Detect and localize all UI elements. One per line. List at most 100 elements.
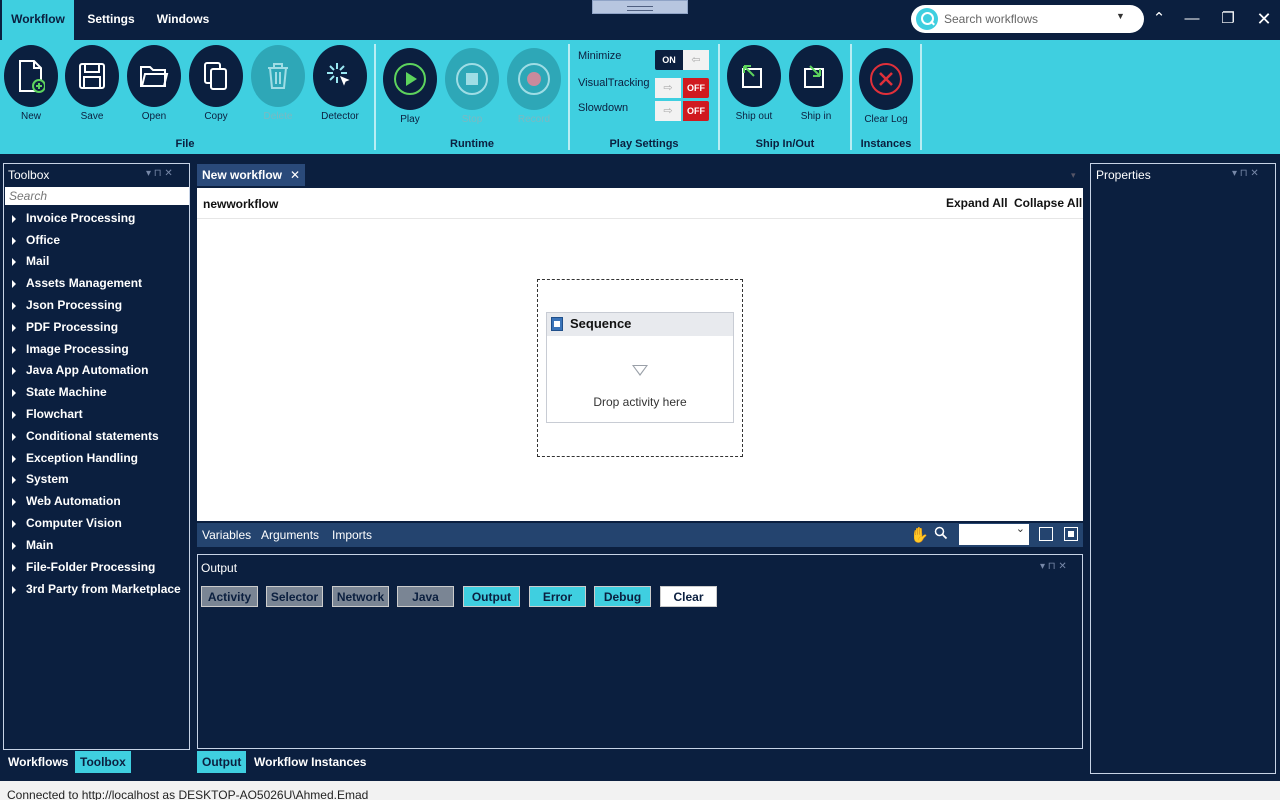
tab-workflow-instances[interactable]: Workflow Instances xyxy=(249,751,371,773)
tab-workflows[interactable]: Workflows xyxy=(3,751,73,773)
expand-arrow-icon[interactable] xyxy=(12,323,16,332)
filter-error-button[interactable]: Error xyxy=(529,586,586,607)
variables-link[interactable]: Variables xyxy=(202,528,251,542)
clear-log-label: Clear Log xyxy=(864,114,908,125)
clear-output-button[interactable]: Clear xyxy=(660,586,717,607)
breadcrumb[interactable]: newworkflow xyxy=(203,197,278,211)
ribbon-drag-handle[interactable] xyxy=(592,0,688,14)
panel-controls-icon[interactable]: ▾ ⊓ ✕ xyxy=(146,168,173,179)
panel-controls-icon[interactable]: ▾ ⊓ ✕ xyxy=(1232,168,1259,179)
expand-arrow-icon[interactable] xyxy=(12,432,16,441)
expand-arrow-icon[interactable] xyxy=(12,345,16,354)
overview-icon[interactable] xyxy=(1064,527,1078,541)
fit-to-screen-icon[interactable] xyxy=(1039,527,1053,541)
tab-overflow-icon[interactable]: ▾ xyxy=(1071,170,1076,181)
play-button[interactable]: Play xyxy=(382,48,438,125)
new-button[interactable]: New xyxy=(3,45,59,122)
arrow-right-icon: ⇨ xyxy=(655,78,681,98)
clear-log-icon xyxy=(859,48,913,110)
expand-arrow-icon[interactable] xyxy=(12,475,16,484)
expand-arrow-icon[interactable] xyxy=(12,541,16,550)
zoom-level-select[interactable] xyxy=(959,522,1029,545)
filter-network-button[interactable]: Network xyxy=(332,586,389,607)
expand-arrow-icon[interactable] xyxy=(12,366,16,375)
toolbox-category[interactable]: 3rd Party from Marketplace xyxy=(12,580,181,598)
toolbox-search-input[interactable] xyxy=(5,187,189,205)
expand-arrow-icon[interactable] xyxy=(12,585,16,594)
expand-arrow-icon[interactable] xyxy=(12,410,16,419)
toolbox-category[interactable]: Main xyxy=(12,536,53,554)
hand-pan-icon[interactable]: ✋ xyxy=(910,526,929,544)
minimize-icon[interactable]: — xyxy=(1178,6,1206,32)
toolbox-category[interactable]: System xyxy=(12,470,69,488)
copy-button[interactable]: Copy xyxy=(188,45,244,122)
restore-icon[interactable]: ❐ xyxy=(1214,6,1242,32)
expand-arrow-icon[interactable] xyxy=(12,279,16,288)
expand-arrow-icon[interactable] xyxy=(12,236,16,245)
expand-arrow-icon[interactable] xyxy=(12,454,16,463)
clear-log-button[interactable]: Clear Log xyxy=(858,48,914,125)
expand-arrow-icon[interactable] xyxy=(12,257,16,266)
tab-new-workflow[interactable]: New workflow ✕ xyxy=(197,164,305,186)
slowdown-toggle[interactable]: ⇨ OFF xyxy=(655,101,709,121)
toolbox-category[interactable]: Flowchart xyxy=(12,405,83,423)
expand-arrow-icon[interactable] xyxy=(12,388,16,397)
close-tab-icon[interactable]: ✕ xyxy=(290,164,300,186)
expand-arrow-icon[interactable] xyxy=(12,519,16,528)
filter-java-button[interactable]: Java xyxy=(397,586,454,607)
filter-activity-button[interactable]: Activity xyxy=(201,586,258,607)
toolbox-category[interactable]: Assets Management xyxy=(12,274,142,292)
open-label: Open xyxy=(141,111,167,122)
toolbox-category[interactable]: Office xyxy=(12,231,60,249)
menu-tab-settings[interactable]: Settings xyxy=(78,0,144,40)
toolbox-category[interactable]: File-Folder Processing xyxy=(12,558,155,576)
search-input[interactable] xyxy=(944,10,1114,28)
menu-tab-windows[interactable]: Windows xyxy=(148,0,218,40)
expand-all-button[interactable]: Expand All xyxy=(946,196,1008,210)
toolbox-category[interactable]: Web Automation xyxy=(12,492,121,510)
toolbox-category[interactable]: Conditional statements xyxy=(12,427,159,445)
properties-panel xyxy=(1090,163,1276,774)
close-icon[interactable]: ✕ xyxy=(1250,6,1278,32)
collapse-ribbon-icon[interactable]: ⌃ xyxy=(1145,6,1173,32)
ship-out-button[interactable]: Ship out xyxy=(726,45,782,122)
expand-arrow-icon[interactable] xyxy=(12,563,16,572)
collapse-all-button[interactable]: Collapse All xyxy=(1014,196,1082,210)
detector-button[interactable]: Detector xyxy=(312,45,368,122)
tab-toolbox[interactable]: Toolbox xyxy=(75,751,131,773)
toolbox-category[interactable]: Computer Vision xyxy=(12,514,122,532)
record-button[interactable]: Record xyxy=(506,48,562,125)
filter-output-button[interactable]: Output xyxy=(463,586,520,607)
save-button[interactable]: Save xyxy=(64,45,120,122)
visualtracking-toggle[interactable]: ⇨ OFF xyxy=(655,78,709,98)
delete-button[interactable]: Delete xyxy=(250,45,306,122)
stop-button[interactable]: Stop xyxy=(444,48,500,125)
copy-label: Copy xyxy=(204,111,228,122)
filter-selector-button[interactable]: Selector xyxy=(266,586,323,607)
expand-arrow-icon[interactable] xyxy=(12,301,16,310)
panel-controls-icon[interactable]: ▾ ⊓ ✕ xyxy=(1040,561,1067,572)
toolbox-category[interactable]: Mail xyxy=(12,252,49,270)
group-label-file: File xyxy=(175,138,195,150)
ship-in-button[interactable]: Ship in xyxy=(788,45,844,122)
zoom-icon[interactable] xyxy=(934,526,948,540)
toolbox-category[interactable]: PDF Processing xyxy=(12,318,118,336)
imports-link[interactable]: Imports xyxy=(332,528,372,542)
toolbox-category[interactable]: Java App Automation xyxy=(12,361,148,379)
minimize-setting-label: Minimize xyxy=(578,50,622,62)
toolbox-category[interactable]: State Machine xyxy=(12,383,107,401)
menu-tab-workflow[interactable]: Workflow xyxy=(2,0,74,40)
expand-arrow-icon[interactable] xyxy=(12,214,16,223)
open-button[interactable]: Open xyxy=(126,45,182,122)
toolbox-category[interactable]: Json Processing xyxy=(12,296,122,314)
play-icon xyxy=(383,48,437,110)
chevron-down-icon[interactable]: ▼ xyxy=(1116,11,1125,21)
toolbox-category[interactable]: Exception Handling xyxy=(12,449,138,467)
toolbox-category[interactable]: Image Processing xyxy=(12,340,129,358)
toolbox-category[interactable]: Invoice Processing xyxy=(12,209,135,227)
tab-output[interactable]: Output xyxy=(197,751,247,773)
minimize-toggle[interactable]: ON ⇦ xyxy=(655,50,709,70)
arguments-link[interactable]: Arguments xyxy=(261,528,319,542)
expand-arrow-icon[interactable] xyxy=(12,497,16,506)
filter-debug-button[interactable]: Debug xyxy=(594,586,651,607)
